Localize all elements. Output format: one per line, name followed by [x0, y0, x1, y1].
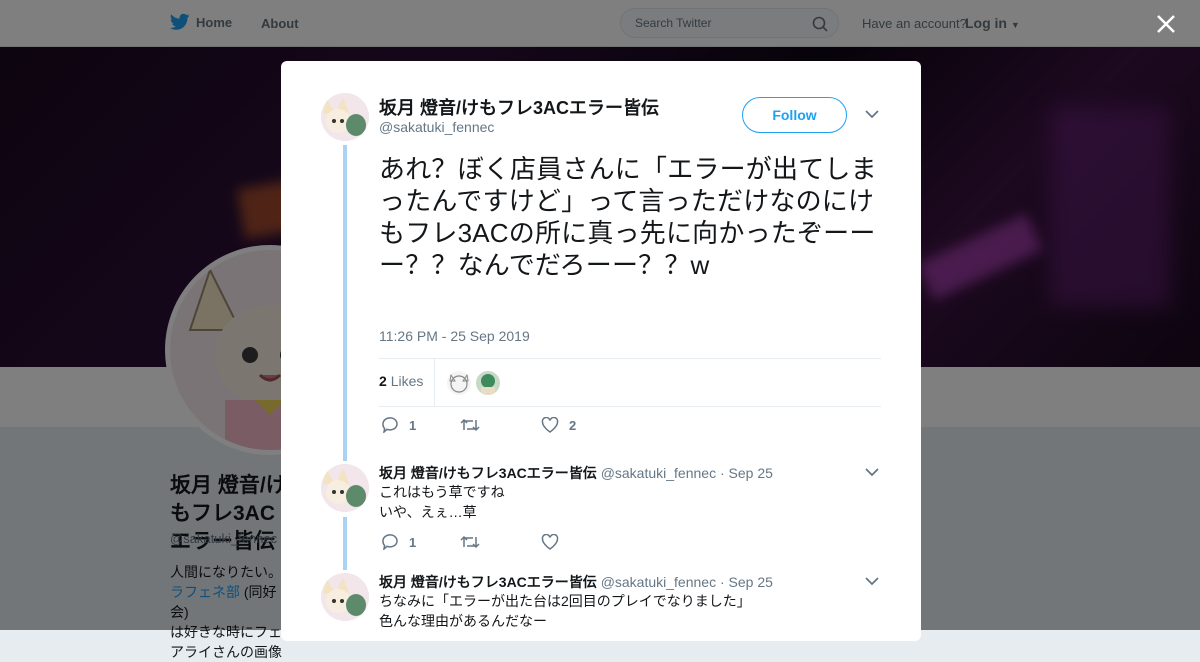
reply-date: Sep 25: [728, 465, 773, 481]
reply-button[interactable]: 1: [381, 417, 416, 433]
author-name[interactable]: 坂月 燈音/けもフレ3ACエラー皆伝: [379, 94, 659, 120]
thread-line: [343, 517, 347, 570]
reply-text: これはもう草ですね いや、えぇ…草: [379, 482, 505, 522]
like-button[interactable]: 2: [541, 417, 576, 433]
retweet-button[interactable]: [460, 534, 480, 550]
retweet-icon: [460, 418, 480, 432]
separator-dot: ·: [719, 574, 725, 590]
reply-line: いや、えぇ…草: [379, 504, 477, 520]
divider: [434, 359, 435, 406]
close-icon[interactable]: [1152, 10, 1180, 38]
reply-count: 1: [409, 534, 417, 550]
reply-line: これはもう草ですね: [379, 484, 505, 500]
like-button[interactable]: [541, 534, 559, 550]
reply-icon: [382, 417, 398, 433]
reply-line: ちなみに「エラーが出た台は2回目のプレイでなりました」: [379, 593, 751, 609]
reply-button[interactable]: 1: [381, 534, 416, 550]
likes-number: 2: [379, 373, 387, 389]
heart-icon: [541, 534, 559, 550]
avatar[interactable]: [321, 464, 369, 512]
like-count: 2: [569, 417, 577, 433]
heart-icon: [541, 417, 559, 433]
likes-label: Likes: [390, 373, 424, 389]
separator-dot: ·: [719, 465, 725, 481]
bio-line: アライさんの画像: [170, 644, 282, 660]
reply-author-handle: @sakatuki_fennec: [600, 574, 717, 590]
liker-avatar[interactable]: [476, 371, 500, 395]
author-handle[interactable]: @sakatuki_fennec: [379, 119, 494, 135]
reply-icon: [382, 534, 398, 550]
avatar[interactable]: [321, 573, 369, 621]
reply-author-handle: @sakatuki_fennec: [600, 465, 717, 481]
retweet-button[interactable]: [460, 417, 490, 433]
avatar[interactable]: [321, 93, 369, 141]
reply-line: 色んな理由があるんだなー: [379, 613, 547, 629]
chevron-down-icon[interactable]: [865, 576, 879, 586]
reply-header[interactable]: 坂月 燈音/けもフレ3ACエラー皆伝 @sakatuki_fennec · Se…: [379, 463, 773, 483]
likes-stat[interactable]: 2 Likes: [379, 373, 423, 389]
reply-author-name: 坂月 燈音/けもフレ3ACエラー皆伝: [379, 574, 597, 590]
reply-header[interactable]: 坂月 燈音/けもフレ3ACエラー皆伝 @sakatuki_fennec · Se…: [379, 572, 773, 592]
chevron-down-icon[interactable]: [865, 467, 879, 477]
reply-text: ちなみに「エラーが出た台は2回目のプレイでなりました」 色んな理由があるんだなー: [379, 591, 751, 631]
reply-author-name: 坂月 燈音/けもフレ3ACエラー皆伝: [379, 465, 597, 481]
thread-line: [343, 145, 347, 461]
reply-count: 1: [409, 417, 417, 433]
liker-avatar[interactable]: [447, 371, 471, 395]
tweet-text: あれ？ぼく店員さんに「エラーが出てしまったんですけど」って言っただけなのにけもフ…: [379, 154, 877, 280]
follow-button[interactable]: Follow: [742, 97, 847, 133]
likes-bar: 2 Likes: [379, 358, 881, 407]
tweet-timestamp[interactable]: 11:26 PM - 25 Sep 2019: [379, 328, 530, 344]
reply-date: Sep 25: [728, 574, 773, 590]
chevron-down-icon[interactable]: [865, 109, 879, 119]
tweet-modal: 坂月 燈音/けもフレ3ACエラー皆伝 @sakatuki_fennec Foll…: [281, 61, 921, 641]
retweet-icon: [460, 535, 480, 549]
